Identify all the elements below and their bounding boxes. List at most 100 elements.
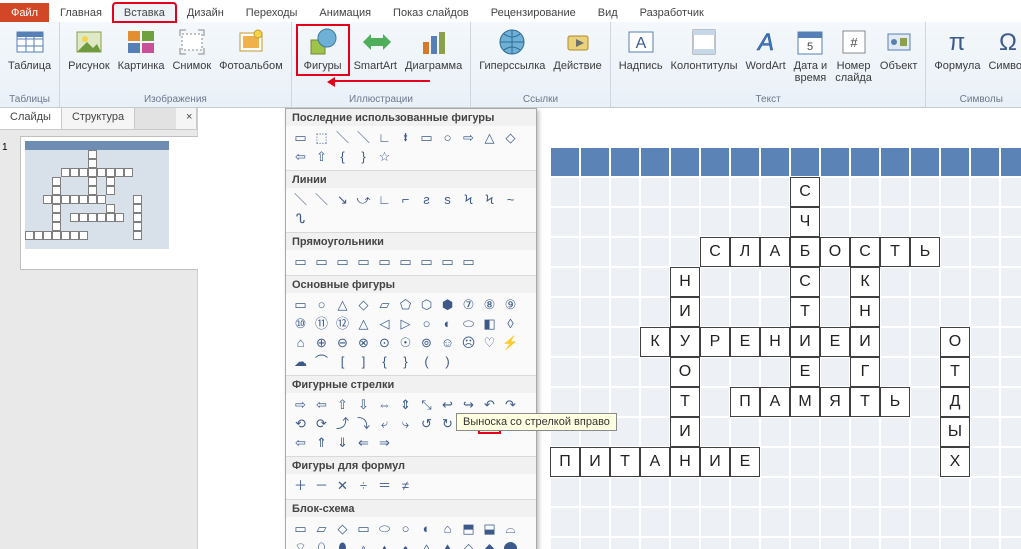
crossword-cell[interactable] — [910, 507, 940, 537]
crossword-cell[interactable] — [580, 537, 610, 549]
shape-item[interactable]: ⟲ — [291, 415, 310, 432]
crossword-cell[interactable]: Я — [820, 387, 850, 417]
crossword-cell[interactable] — [880, 207, 910, 237]
shape-item[interactable]: △ — [333, 296, 352, 313]
shape-item[interactable]: ○ — [438, 129, 457, 146]
shape-item[interactable]: ⬚ — [312, 129, 331, 146]
shape-item[interactable]: ▭ — [291, 129, 310, 146]
shape-item[interactable]: ▭ — [312, 253, 331, 270]
shape-item[interactable]: ⊙ — [375, 334, 394, 351]
crossword-cell[interactable] — [790, 417, 820, 447]
crossword-cell[interactable] — [550, 297, 580, 327]
crossword-cell[interactable]: П — [550, 447, 580, 477]
crossword-cell[interactable] — [610, 237, 640, 267]
shape-item[interactable]: { — [375, 353, 394, 370]
crossword-cell[interactable] — [640, 417, 670, 447]
shape-item[interactable]: ⤷ — [396, 415, 415, 432]
shape-item[interactable]: ⤴ — [333, 415, 352, 432]
shape-item[interactable]: ) — [438, 353, 457, 370]
crossword-cell[interactable] — [1000, 357, 1021, 387]
crossword-cell[interactable] — [610, 177, 640, 207]
tab-Переходы[interactable]: Переходы — [235, 3, 309, 22]
shape-item[interactable]: ⬮ — [333, 539, 352, 549]
ribbon-btn-picture[interactable]: Рисунок — [64, 24, 114, 74]
shape-item[interactable]: ] — [354, 353, 373, 370]
ribbon-btn-wordart[interactable]: AWordArt — [742, 24, 790, 74]
ribbon-btn-equation[interactable]: πФормула — [930, 24, 984, 74]
shape-item[interactable]: ☺ — [438, 334, 457, 351]
shape-item[interactable]: ▭ — [459, 253, 478, 270]
crossword-cell[interactable] — [670, 207, 700, 237]
crossword-cell[interactable] — [1000, 507, 1021, 537]
crossword-cell[interactable] — [970, 357, 1000, 387]
shape-item[interactable]: ᔐ — [291, 210, 310, 227]
shape-item[interactable]: ▱ — [375, 296, 394, 313]
crossword-cell[interactable] — [1000, 387, 1021, 417]
shape-item[interactable]: ○ — [417, 315, 436, 332]
tab-Вставка[interactable]: Вставка — [113, 3, 176, 22]
shape-item[interactable]: ⊗ — [354, 334, 373, 351]
crossword-cell[interactable]: Е — [730, 327, 760, 357]
crossword-cell[interactable] — [580, 177, 610, 207]
crossword-cell[interactable] — [820, 207, 850, 237]
ribbon-btn-object[interactable]: Объект — [876, 24, 921, 74]
crossword-cell[interactable] — [550, 477, 580, 507]
crossword-cell[interactable] — [610, 147, 640, 177]
shape-item[interactable]: ⤶ — [375, 415, 394, 432]
crossword-cell[interactable] — [550, 537, 580, 549]
crossword-cell[interactable] — [580, 357, 610, 387]
shape-item[interactable]: ⊚ — [417, 334, 436, 351]
shape-item[interactable]: ☆ — [375, 148, 394, 165]
crossword-cell[interactable] — [1000, 477, 1021, 507]
crossword-table[interactable]: СЧСЛАБОСТЬНСКИТНКУРЕНИЕИООЕГТТПАМЯТЬДИЫП… — [550, 147, 1021, 549]
shape-item[interactable]: ↺ — [417, 415, 436, 432]
crossword-cell[interactable] — [610, 327, 640, 357]
crossword-cell[interactable] — [940, 267, 970, 297]
crossword-cell[interactable] — [610, 537, 640, 549]
crossword-cell[interactable] — [880, 507, 910, 537]
shape-item[interactable]: ✕ — [333, 477, 352, 494]
crossword-cell[interactable] — [910, 207, 940, 237]
crossword-cell[interactable] — [940, 177, 970, 207]
shape-item[interactable]: ⬦ — [459, 539, 478, 549]
shape-item[interactable]: ◧ — [480, 315, 499, 332]
crossword-cell[interactable] — [850, 207, 880, 237]
shape-item[interactable]: ▭ — [354, 520, 373, 537]
shape-item[interactable]: ⬨ — [417, 539, 436, 549]
tab-Главная[interactable]: Главная — [49, 3, 113, 22]
shape-item[interactable]: ⑦ — [459, 296, 478, 313]
crossword-cell[interactable]: С — [850, 237, 880, 267]
crossword-cell[interactable] — [1000, 417, 1021, 447]
shape-item[interactable]: ⭽ — [396, 129, 415, 146]
shape-item[interactable]: ⊖ — [333, 334, 352, 351]
crossword-cell[interactable] — [640, 207, 670, 237]
crossword-cell[interactable] — [550, 327, 580, 357]
tab-Анимация[interactable]: Анимация — [308, 3, 382, 22]
shape-item[interactable]: ÷ — [354, 477, 373, 494]
tab-Рецензирование[interactable]: Рецензирование — [480, 3, 587, 22]
crossword-cell[interactable] — [910, 357, 940, 387]
crossword-cell[interactable] — [970, 507, 1000, 537]
slide-thumbnail[interactable] — [20, 136, 200, 270]
shape-item[interactable]: ⬫ — [354, 539, 373, 549]
shape-item[interactable]: ⬥ — [480, 539, 499, 549]
crossword-cell[interactable]: О — [670, 357, 700, 387]
shape-item[interactable]: ≠ — [396, 477, 415, 494]
shape-item[interactable]: ▭ — [417, 253, 436, 270]
shape-item[interactable]: ▭ — [438, 253, 457, 270]
shape-item[interactable]: ⌔ — [291, 539, 310, 549]
shape-item[interactable]: [ — [333, 353, 352, 370]
crossword-cell[interactable] — [1000, 297, 1021, 327]
crossword-cell[interactable] — [760, 177, 790, 207]
shape-item[interactable]: ◇ — [501, 129, 520, 146]
crossword-cell[interactable]: Т — [940, 357, 970, 387]
shape-item[interactable]: } — [396, 353, 415, 370]
crossword-cell[interactable]: С — [790, 177, 820, 207]
shape-item[interactable]: ⤻ — [354, 191, 373, 208]
crossword-cell[interactable] — [670, 507, 700, 537]
crossword-cell[interactable] — [610, 507, 640, 537]
crossword-cell[interactable]: П — [730, 387, 760, 417]
crossword-cell[interactable] — [910, 177, 940, 207]
crossword-cell[interactable] — [760, 477, 790, 507]
shape-item[interactable]: ▭ — [291, 296, 310, 313]
